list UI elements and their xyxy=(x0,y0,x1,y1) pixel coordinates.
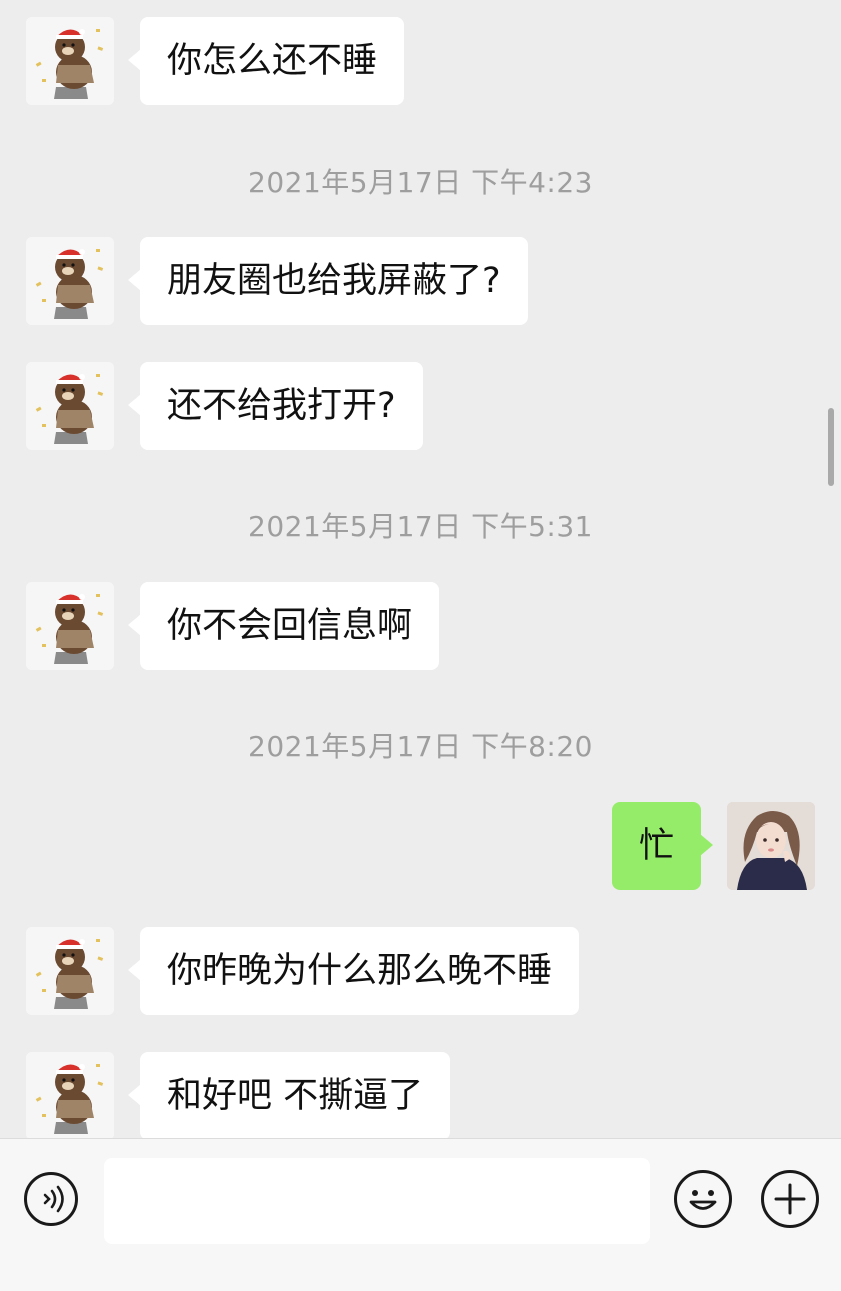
bear-avatar-icon xyxy=(26,362,114,450)
message-text: 和好吧 不撕逼了 xyxy=(167,1076,424,1116)
contact-avatar[interactable] xyxy=(26,362,114,450)
message-bubble-incoming[interactable]: 你不会回信息啊 xyxy=(127,582,440,670)
bear-avatar-icon xyxy=(26,237,114,325)
scrollbar[interactable] xyxy=(828,408,834,486)
emoji-icon xyxy=(689,1190,717,1210)
emoji-button[interactable] xyxy=(674,1170,732,1228)
message-text: 你不会回信息啊 xyxy=(167,606,413,646)
contact-avatar[interactable] xyxy=(26,17,114,105)
girl-avatar-icon xyxy=(727,802,815,890)
bear-avatar-icon xyxy=(26,1052,114,1138)
message-input[interactable] xyxy=(104,1158,650,1244)
message-text: 忙 xyxy=(638,826,674,866)
message-text: 朋友圈也给我屏蔽了? xyxy=(167,261,501,301)
more-button[interactable] xyxy=(761,1170,819,1228)
message-timestamp: 2021年5月17日 下午4:23 xyxy=(248,166,593,199)
home-indicator-area xyxy=(0,1247,841,1291)
bear-avatar-icon xyxy=(26,582,114,670)
contact-avatar[interactable] xyxy=(26,927,114,1015)
message-timestamp: 2021年5月17日 下午8:20 xyxy=(248,730,593,763)
user-avatar[interactable] xyxy=(727,802,815,890)
message-timestamp: 2021年5月17日 下午5:31 xyxy=(248,510,593,543)
contact-avatar[interactable] xyxy=(26,582,114,670)
input-bar xyxy=(0,1138,841,1291)
message-text: 还不给我打开? xyxy=(167,386,396,426)
message-text: 你昨晚为什么那么晚不睡 xyxy=(167,951,553,991)
message-bubble-outgoing[interactable]: 忙 xyxy=(611,802,714,890)
chat-area: 你怎么还不睡 2021年5月17日 下午4:23 朋友圈也给我屏蔽了? 还不给我… xyxy=(0,0,841,1138)
message-bubble-incoming[interactable]: 朋友圈也给我屏蔽了? xyxy=(128,237,528,325)
voice-icon xyxy=(43,1185,64,1213)
message-bubble-incoming[interactable]: 还不给我打开? xyxy=(128,362,423,450)
voice-button[interactable] xyxy=(24,1172,78,1226)
contact-avatar[interactable] xyxy=(26,1052,114,1138)
plus-icon xyxy=(774,1183,806,1215)
message-bubble-incoming[interactable]: 你昨晚为什么那么晚不睡 xyxy=(127,927,580,1015)
message-bubble-incoming[interactable]: 和好吧 不撕逼了 xyxy=(127,1052,451,1138)
bear-avatar-icon xyxy=(26,17,114,105)
contact-avatar[interactable] xyxy=(26,237,114,325)
message-text: 你怎么还不睡 xyxy=(167,41,378,81)
message-bubble-incoming[interactable]: 你怎么还不睡 xyxy=(127,17,405,105)
bear-avatar-icon xyxy=(26,927,114,1015)
